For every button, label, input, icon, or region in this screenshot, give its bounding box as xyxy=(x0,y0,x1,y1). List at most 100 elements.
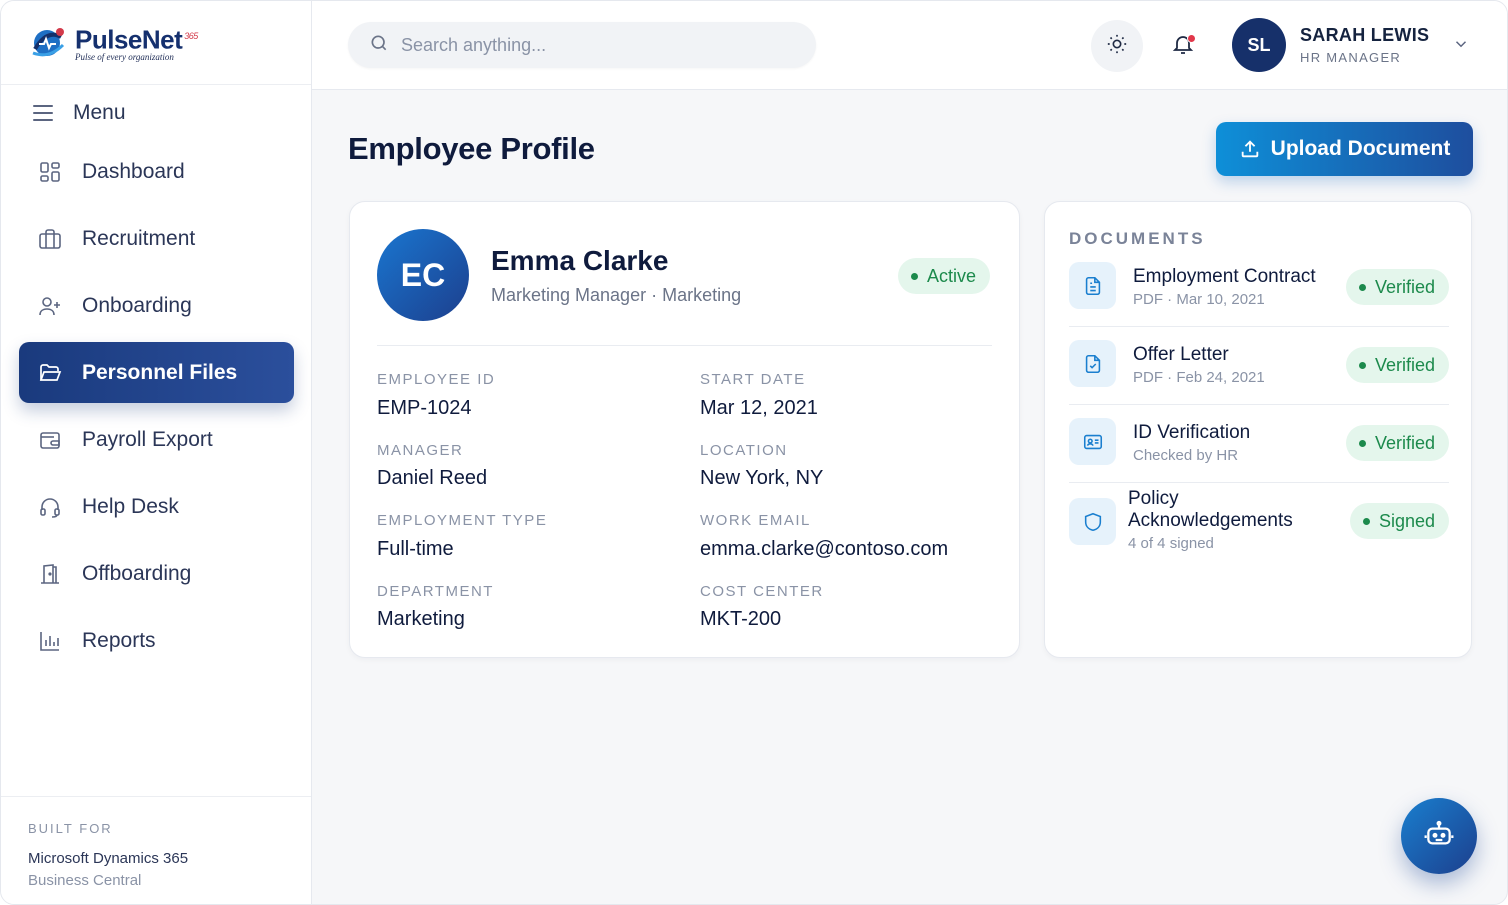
sidebar-item-dashboard[interactable]: Dashboard xyxy=(19,141,294,202)
user-role: HR MANAGER xyxy=(1300,50,1402,65)
sidebar-item-reports[interactable]: Reports xyxy=(19,610,294,671)
manager-label: MANAGER xyxy=(377,442,464,459)
documents-card: DOCUMENTS Employment Contract PDF · Mar … xyxy=(1044,201,1472,658)
user-avatar[interactable]: SL xyxy=(1232,18,1286,72)
document-status-badge: Verified xyxy=(1345,425,1449,461)
folder-icon xyxy=(37,360,63,386)
document-row-id-verification[interactable]: ID Verification Checked by HR Verified xyxy=(1069,405,1449,483)
manager-value: Daniel Reed xyxy=(377,467,488,489)
topbar: SL SARAH LEWIS HR MANAGER xyxy=(312,1,1507,90)
menu-toggle[interactable]: Menu xyxy=(1,85,311,141)
search-box[interactable] xyxy=(348,22,816,68)
sidebar-item-label: Dashboard xyxy=(82,159,185,183)
status-dot xyxy=(1358,439,1366,447)
cost-center-value: MKT-200 xyxy=(700,608,782,630)
employment-type-value: Full-time xyxy=(377,538,454,560)
built-for-label: BUILT FOR xyxy=(28,821,113,836)
status-text: Verified xyxy=(1374,276,1435,297)
document-row-employment-contract[interactable]: Employment Contract PDF · Mar 10, 2021 V… xyxy=(1069,249,1449,327)
sidebar-item-label: Personnel Files xyxy=(82,360,238,384)
employee-id-value: EMP-1024 xyxy=(377,397,472,419)
document-status-badge: Signed xyxy=(1349,503,1449,539)
brand[interactable]: PulseNet 365 Pulse of every organization xyxy=(1,1,311,85)
menu-label: Menu xyxy=(73,101,126,124)
wallet-icon xyxy=(37,427,63,453)
employee-name: Emma Clarke xyxy=(491,245,669,276)
document-name: Offer Letter xyxy=(1133,344,1229,365)
document-meta: 4 of 4 signed xyxy=(1128,535,1214,552)
location-value: New York, NY xyxy=(700,467,824,489)
status-text: Active xyxy=(927,265,977,286)
sidebar-item-personnel-files[interactable]: Personnel Files xyxy=(19,342,294,403)
status-dot xyxy=(911,272,918,280)
sidebar-item-help-desk[interactable]: Help Desk xyxy=(19,476,294,537)
briefcase-icon xyxy=(37,226,63,252)
employee-id-label: EMPLOYEE ID xyxy=(377,371,496,388)
page-title: Employee Profile xyxy=(348,131,595,166)
sidebar-item-label: Offboarding xyxy=(82,561,192,585)
document-name: Employment Contract xyxy=(1133,266,1316,287)
document-status-badge: Verified xyxy=(1345,347,1449,383)
sidebar-item-offboarding[interactable]: Offboarding xyxy=(19,543,294,604)
sidebar-item-onboarding[interactable]: Onboarding xyxy=(19,275,294,336)
robot-icon xyxy=(1423,818,1455,855)
shield-icon xyxy=(1069,498,1116,545)
sidebar-item-recruitment[interactable]: Recruitment xyxy=(19,208,294,269)
assistant-bot-button[interactable] xyxy=(1401,798,1477,874)
theme-toggle-button[interactable] xyxy=(1091,20,1143,72)
file-check-icon xyxy=(1069,340,1116,387)
document-row-policy-acknowledgements[interactable]: Policy Acknowledgements 4 of 4 signed Si… xyxy=(1069,483,1449,561)
employment-type-label: EMPLOYMENT TYPE xyxy=(377,512,548,529)
document-name: ID Verification xyxy=(1133,422,1251,443)
document-icon xyxy=(1069,262,1116,309)
work-email-label: WORK EMAIL xyxy=(700,512,811,529)
headset-icon xyxy=(37,494,63,520)
status-badge: Active xyxy=(898,258,991,294)
app-window: PulseNet 365 Pulse of every organization … xyxy=(0,0,1508,905)
employee-role: Marketing Manager · Marketing xyxy=(491,285,742,305)
sidebar: PulseNet 365 Pulse of every organization … xyxy=(1,1,312,904)
platform-name: Microsoft Dynamics 365 xyxy=(28,850,189,867)
status-dot xyxy=(1358,283,1366,291)
divider xyxy=(377,345,992,346)
search-input[interactable] xyxy=(401,34,801,56)
user-plus-icon xyxy=(37,293,63,319)
document-name-line2: Acknowledgements xyxy=(1128,510,1293,531)
employee-avatar: EC xyxy=(377,229,469,321)
document-meta: Checked by HR xyxy=(1133,447,1239,464)
notifications-button[interactable] xyxy=(1157,20,1209,72)
department-value: Marketing xyxy=(377,608,465,630)
status-dot xyxy=(1362,517,1370,525)
sidebar-item-label: Payroll Export xyxy=(82,427,213,451)
sidebar-item-label: Onboarding xyxy=(82,293,192,317)
brand-name: PulseNet 365 xyxy=(75,24,198,55)
upload-document-label: Upload Document xyxy=(1270,137,1451,160)
sidebar-item-label: Recruitment xyxy=(82,226,196,250)
location-label: LOCATION xyxy=(700,442,788,459)
department-label: DEPARTMENT xyxy=(377,583,494,600)
start-date-value: Mar 12, 2021 xyxy=(700,397,818,419)
document-meta: PDF · Mar 10, 2021 xyxy=(1133,291,1265,308)
status-text: Signed xyxy=(1378,510,1435,531)
document-meta: PDF · Feb 24, 2021 xyxy=(1133,369,1265,386)
notification-dot xyxy=(1187,34,1196,43)
door-icon xyxy=(37,561,63,587)
document-row-offer-letter[interactable]: Offer Letter PDF · Feb 24, 2021 Verified xyxy=(1069,327,1449,405)
start-date-label: START DATE xyxy=(700,371,806,388)
sidebar-item-payroll-export[interactable]: Payroll Export xyxy=(19,409,294,470)
status-text: Verified xyxy=(1374,432,1435,453)
chevron-down-icon[interactable] xyxy=(1452,35,1470,58)
bar-chart-icon xyxy=(37,628,63,654)
sidebar-item-label: Help Desk xyxy=(82,494,179,518)
upload-document-button[interactable]: Upload Document xyxy=(1216,122,1473,176)
status-dot xyxy=(1358,361,1366,369)
hamburger-icon xyxy=(33,105,53,121)
document-name-line1: Policy xyxy=(1128,488,1179,509)
cost-center-label: COST CENTER xyxy=(700,583,824,600)
sidebar-footer: BUILT FOR Microsoft Dynamics 365 Busines… xyxy=(1,796,311,904)
platform-edition: Business Central xyxy=(28,872,142,889)
employee-profile-card: EC Emma Clarke Marketing Manager · Marke… xyxy=(349,201,1020,658)
pulsenet-logo-icon xyxy=(27,23,71,63)
id-card-icon xyxy=(1069,418,1116,465)
work-email-value[interactable]: emma.clarke@contoso.com xyxy=(700,538,948,561)
